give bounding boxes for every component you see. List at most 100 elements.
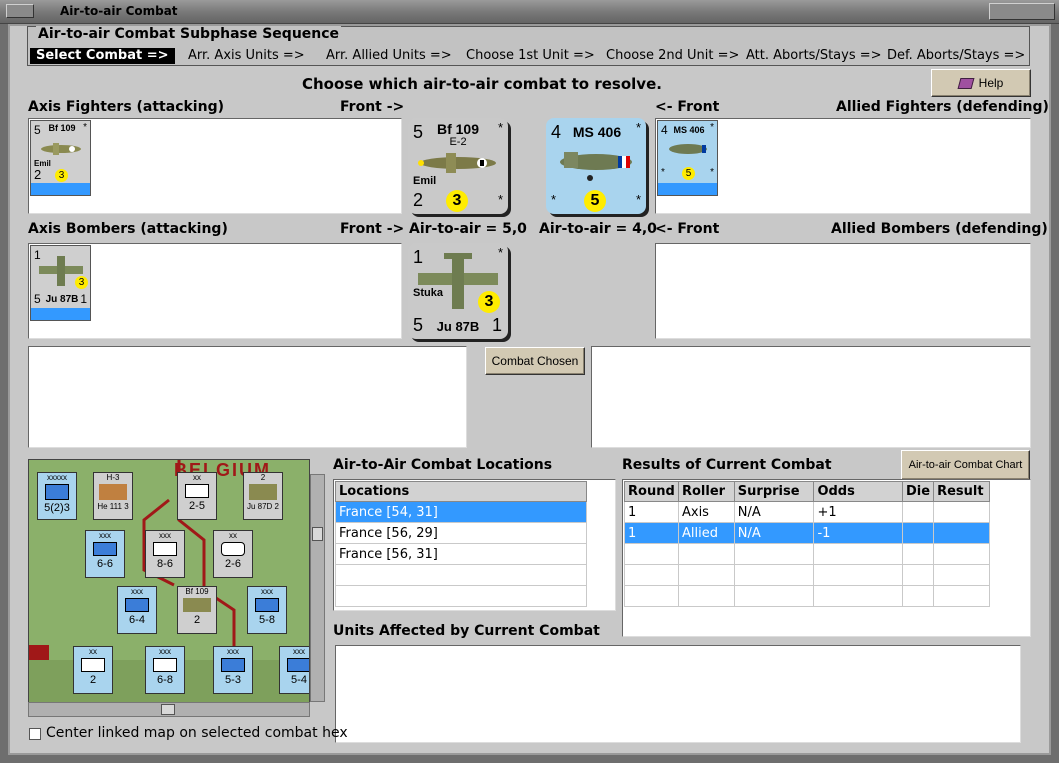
map-unit[interactable]: xxx 8-6 (145, 530, 185, 578)
window-title: Air-to-air Combat (60, 4, 178, 18)
location-row[interactable]: France [54, 31] (335, 501, 587, 523)
results-row[interactable]: 1 Allied N/A -1 (624, 522, 990, 544)
map-unit-bottom: 5-4 (291, 674, 307, 686)
results-col-round: Round (624, 481, 679, 502)
map-unit[interactable]: xxxxx 5(2)3 (37, 472, 77, 520)
step-arr-allied: Arr. Allied Units => (326, 48, 452, 63)
bf109-small-plane-icon (41, 143, 81, 155)
map-horizontal-scrollbar[interactable] (28, 702, 310, 717)
units-affected-panel (335, 645, 1021, 743)
locations-header: Locations (335, 481, 587, 502)
axis-fighters-panel[interactable]: 5 Bf 109 * Emil 2 3 (28, 118, 402, 214)
hscroll-thumb[interactable] (161, 704, 175, 715)
location-cell (335, 564, 587, 586)
axis-bombers-panel[interactable]: 1 3 5 Ju 87B 1 (28, 243, 402, 339)
ms406-counter-small[interactable]: 4 MS 406 * * 5 * (657, 120, 718, 196)
map-unit[interactable]: xxx 5-8 (247, 586, 287, 634)
map-vertical-scrollbar[interactable] (310, 474, 325, 702)
results-row[interactable] (624, 564, 990, 586)
map-unit[interactable]: xxx 6-6 (85, 530, 125, 578)
ju87-large-nick: Stuka (413, 287, 443, 299)
axis-fighters-label: Axis Fighters (attacking) (28, 99, 224, 115)
results-cell (733, 564, 815, 586)
location-cell: France [54, 31] (335, 501, 587, 523)
bf109-small-bottom: 2 (34, 167, 42, 182)
map-unit[interactable]: xxx 5-4 (279, 646, 309, 694)
ju87-large-bottom: 5 (413, 315, 424, 335)
results-cell: Allied (677, 522, 735, 544)
results-cell (901, 564, 935, 586)
infantry-symbol-icon (153, 542, 177, 556)
map-unit[interactable]: xx 2 (73, 646, 113, 694)
results-col-odds: Odds (813, 481, 903, 502)
bf109-large-die: 3 (446, 190, 468, 212)
map-unit[interactable]: xxx 5-3 (213, 646, 253, 694)
bf109-large-star2: * (497, 192, 503, 207)
ms406-large-star: * (635, 120, 641, 135)
allied-bombers-panel[interactable] (655, 243, 1031, 339)
bf109-large-bottom: 2 (413, 190, 424, 210)
infantry-symbol-icon (153, 658, 177, 672)
bf109-large-name: Bf 109 (436, 121, 480, 137)
location-row[interactable]: France [56, 31] (335, 543, 587, 565)
ju87-counter-large: 1 * Stuka 3 5 Ju 87B 1 (408, 243, 508, 339)
ms406-small-star2: * (661, 167, 665, 178)
results-cell (933, 501, 990, 523)
window-menu-icon[interactable] (6, 4, 34, 18)
location-cell (335, 585, 587, 607)
map-unit-top: H-3 (106, 473, 120, 482)
combat-chosen-button[interactable]: Combat Chosen (485, 347, 585, 375)
linked-map[interactable]: BELGIUM xxxxx 5(2)3 H-3 He 111 3 xx 2-5 2 Ju… (28, 459, 310, 703)
axis-air-to-air-value: Air-to-air = 5,0 (409, 221, 527, 237)
map-unit-bottom: 6-8 (157, 674, 173, 686)
results-col-roller: Roller (677, 481, 735, 502)
map-unit[interactable]: H-3 He 111 3 (93, 472, 133, 520)
ju87-large-right: 1 (491, 315, 502, 335)
results-panel[interactable]: Round Roller Surprise Odds Die Result 1A… (622, 479, 1031, 637)
allied-info-panel (591, 346, 1031, 448)
results-cell (901, 522, 935, 544)
map-unit[interactable]: 2 Ju 87D 2 (243, 472, 283, 520)
allied-bombers-label: Allied Bombers (defending) (831, 221, 1048, 237)
map-unit[interactable]: Bf 109 2 (177, 586, 217, 634)
location-row[interactable] (335, 564, 587, 586)
window-controls[interactable] (989, 3, 1055, 20)
results-cell (901, 501, 935, 523)
map-unit-bottom: 2-6 (225, 558, 241, 570)
map-unit[interactable]: xxx 6-8 (145, 646, 185, 694)
results-cell (933, 543, 990, 565)
map-unit[interactable]: xx 2-5 (177, 472, 217, 520)
locations-list[interactable]: Locations France [54, 31] France [56, 29… (333, 479, 616, 611)
step-choose-2nd: Choose 2nd Unit => (606, 48, 740, 63)
ju87-counter-small[interactable]: 1 3 5 Ju 87B 1 (30, 245, 91, 321)
bf109-small-top: 5 (34, 123, 41, 137)
map-unit-bottom: He 111 3 (97, 502, 129, 511)
results-cell (624, 543, 679, 565)
front-right-label: Front -> (340, 99, 405, 115)
results-cell (933, 585, 990, 607)
location-row[interactable]: France [56, 29] (335, 522, 587, 544)
ms406-large-top: 4 (551, 122, 562, 142)
air-to-air-chart-button[interactable]: Air-to-air Combat Chart (901, 450, 1030, 480)
bf109-large-top: 5 (413, 122, 424, 142)
units-affected-title: Units Affected by Current Combat (333, 623, 600, 639)
center-map-checkbox[interactable] (29, 728, 41, 740)
title-bar: Air-to-air Combat (0, 0, 1059, 24)
results-row[interactable]: 1 Axis N/A +1 (624, 501, 990, 523)
results-table: Round Roller Surprise Odds Die Result 1A… (624, 481, 990, 607)
location-cell: France [56, 29] (335, 522, 587, 544)
step-select-combat: Select Combat => (30, 48, 175, 64)
map-unit[interactable]: xx 2-6 (213, 530, 253, 578)
ju87-small-bottom: 5 (34, 292, 41, 306)
location-row[interactable] (335, 585, 587, 607)
results-cell: N/A (733, 522, 815, 544)
map-unit[interactable]: xxx 6-4 (117, 586, 157, 634)
infantry-symbol-icon (125, 598, 149, 612)
vscroll-thumb[interactable] (312, 527, 323, 541)
bf109-counter-small[interactable]: 5 Bf 109 * Emil 2 3 (30, 120, 91, 196)
results-row[interactable] (624, 543, 990, 565)
results-row[interactable] (624, 585, 990, 607)
allied-fighters-panel[interactable]: 4 MS 406 * * 5 * (655, 118, 1031, 214)
location-cell: France [56, 31] (335, 543, 587, 565)
help-button[interactable]: Help (931, 69, 1031, 97)
